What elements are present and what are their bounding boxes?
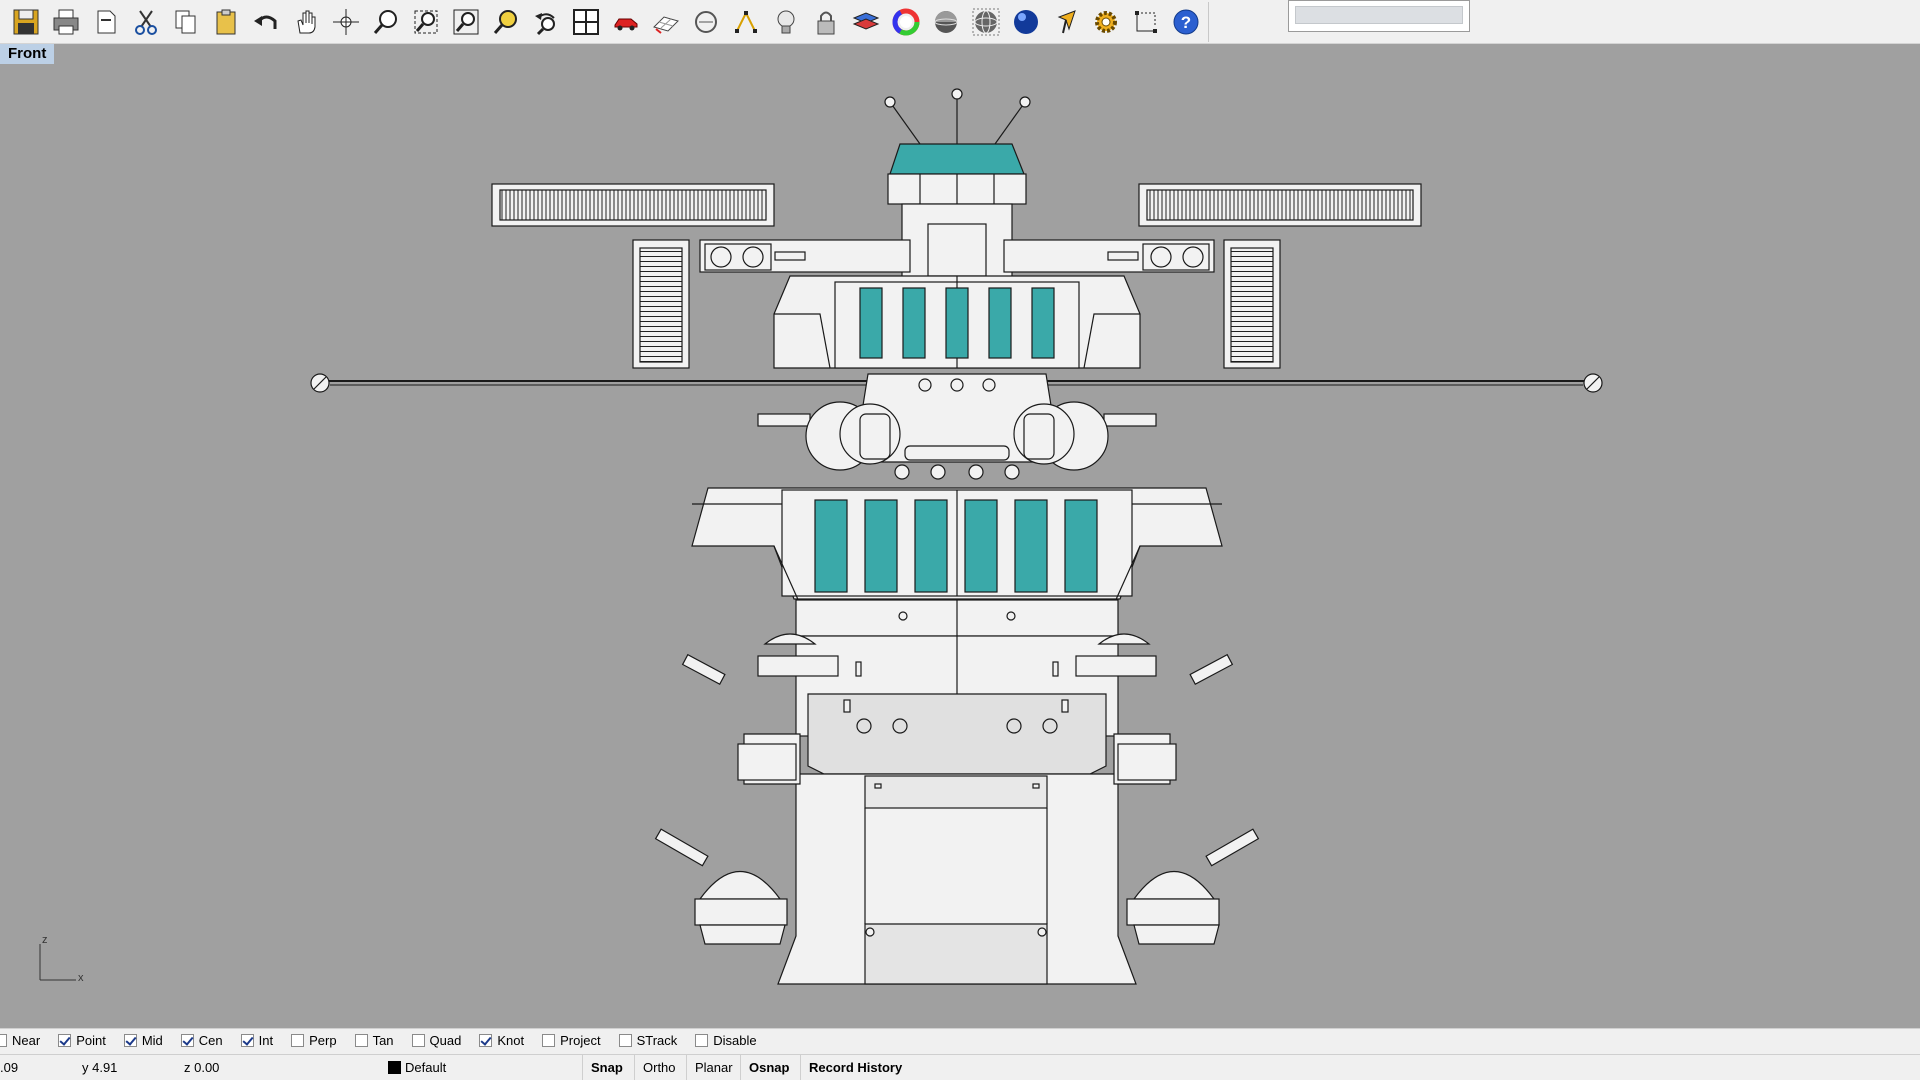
osnap-cen[interactable]: Cen (180, 1033, 223, 1048)
grid-plane-icon[interactable] (646, 2, 686, 42)
cut-icon[interactable] (126, 2, 166, 42)
osnap-label: Perp (309, 1033, 337, 1048)
coord-y: y 4.91 (82, 1060, 118, 1075)
record-history-toggle[interactable]: Record History (800, 1055, 910, 1080)
cplane-icon[interactable] (686, 2, 726, 42)
undo-icon[interactable] (246, 2, 286, 42)
osnap-label: Point (76, 1033, 106, 1048)
osnap-checkbox[interactable] (695, 1034, 709, 1047)
model-scene (310, 88, 1603, 985)
zoom-icon[interactable] (366, 2, 406, 42)
osnap-toggle[interactable]: Osnap (740, 1055, 797, 1080)
osnap-checkbox[interactable] (479, 1034, 493, 1047)
command-box[interactable] (1288, 0, 1470, 32)
light-bulb-icon[interactable] (766, 2, 806, 42)
svg-text:?: ? (1181, 13, 1191, 32)
shaded-sphere-icon[interactable] (926, 2, 966, 42)
world-axis-indicator: z x (36, 934, 96, 990)
command-input[interactable] (1295, 6, 1463, 24)
osnap-checkbox[interactable] (411, 1034, 425, 1047)
osnap-near[interactable]: Near (0, 1033, 40, 1048)
osnap-checkbox[interactable] (354, 1034, 368, 1047)
print-icon[interactable] (46, 2, 86, 42)
osnap-label: Int (258, 1033, 274, 1048)
osnap-label: Quad (429, 1033, 462, 1048)
osnap-knot[interactable]: Knot (479, 1033, 524, 1048)
osnap-bar: Near Point Mid Cen Int Perp Tan Quad Knot Project… (0, 1028, 1920, 1052)
coord-x: .09 (0, 1060, 19, 1075)
paste-new-icon[interactable] (86, 2, 126, 42)
osnap-checkbox[interactable] (0, 1034, 7, 1047)
osnap-disable[interactable]: Disable (695, 1033, 757, 1048)
osnap-project[interactable]: Project (542, 1033, 601, 1048)
copy-icon[interactable] (166, 2, 206, 42)
settings-gear-icon[interactable] (1086, 2, 1126, 42)
antenna-group (884, 88, 1031, 145)
osnap-checkbox[interactable] (618, 1034, 632, 1047)
axis-x-label: x (78, 972, 84, 984)
layer-color-swatch (388, 1061, 401, 1074)
osnap-label: Cen (198, 1033, 223, 1048)
help-icon[interactable]: ? (1166, 2, 1206, 42)
wire-sphere-icon[interactable] (966, 2, 1006, 42)
planar-toggle[interactable]: Planar (686, 1055, 741, 1080)
osnap-label: Knot (497, 1033, 525, 1048)
viewport-title[interactable]: Front (0, 44, 55, 64)
osnap-checkbox[interactable] (542, 1034, 556, 1047)
standard-toolbar: ? (0, 0, 1920, 44)
right-lower-turret (1126, 828, 1260, 945)
osnap-label: STrack (636, 1033, 678, 1048)
osnap-checkbox[interactable] (123, 1034, 137, 1047)
osnap-label: Tan (372, 1033, 394, 1048)
point-edit-icon[interactable] (726, 2, 766, 42)
osnap-int[interactable]: Int (240, 1033, 274, 1048)
axis-z-label: z (42, 934, 48, 946)
coord-z: z 0.00 (184, 1060, 220, 1075)
car-object-icon[interactable] (606, 2, 646, 42)
current-layer[interactable]: Default (388, 1060, 446, 1075)
left-lower-turret (654, 828, 788, 945)
osnap-perp[interactable]: Perp (291, 1033, 337, 1048)
front-viewport[interactable]: Front z x (0, 44, 1920, 1028)
osnap-checkbox[interactable] (180, 1034, 194, 1047)
paste-icon[interactable] (206, 2, 246, 42)
right-mid-turret (1013, 401, 1157, 471)
rotate-view-icon[interactable] (326, 2, 366, 42)
osnap-label: Project (560, 1033, 601, 1048)
zoom-selected-icon[interactable] (486, 2, 526, 42)
layer-name: Default (405, 1060, 447, 1075)
osnap-quad[interactable]: Quad (411, 1033, 462, 1048)
osnap-label: Near (12, 1033, 41, 1048)
osnap-checkbox[interactable] (291, 1034, 305, 1047)
undo-view-icon[interactable] (526, 2, 566, 42)
layer-icon[interactable] (846, 2, 886, 42)
osnap-tan[interactable]: Tan (354, 1033, 394, 1048)
osnap-checkbox[interactable] (240, 1034, 254, 1047)
status-bar: .09 y 4.91 z 0.00 Default Snap Ortho Pla… (0, 1054, 1920, 1080)
osnap-label: Disable (713, 1033, 757, 1048)
color-wheel-icon[interactable] (886, 2, 926, 42)
toolbar-separator (1208, 1, 1209, 42)
osnap-mid[interactable]: Mid (123, 1033, 163, 1048)
snap-toggle[interactable]: Snap (582, 1055, 631, 1080)
select-arrow-icon[interactable] (1046, 2, 1086, 42)
lock-icon[interactable] (806, 2, 846, 42)
bridge-dome (889, 143, 1025, 175)
osnap-point[interactable]: Point (58, 1033, 106, 1048)
osnap-label: Mid (141, 1033, 163, 1048)
zoom-extents-icon[interactable] (446, 2, 486, 42)
zoom-window-icon[interactable] (406, 2, 446, 42)
four-viewports-icon[interactable] (566, 2, 606, 42)
left-mid-turret (757, 401, 901, 471)
save-icon[interactable] (6, 2, 46, 42)
osnap-strack[interactable]: STrack (618, 1033, 678, 1048)
dimension-icon[interactable] (1126, 2, 1166, 42)
osnap-checkbox[interactable] (58, 1034, 72, 1047)
render-sphere-icon[interactable] (1006, 2, 1046, 42)
ortho-toggle[interactable]: Ortho (634, 1055, 684, 1080)
pan-icon[interactable] (286, 2, 326, 42)
